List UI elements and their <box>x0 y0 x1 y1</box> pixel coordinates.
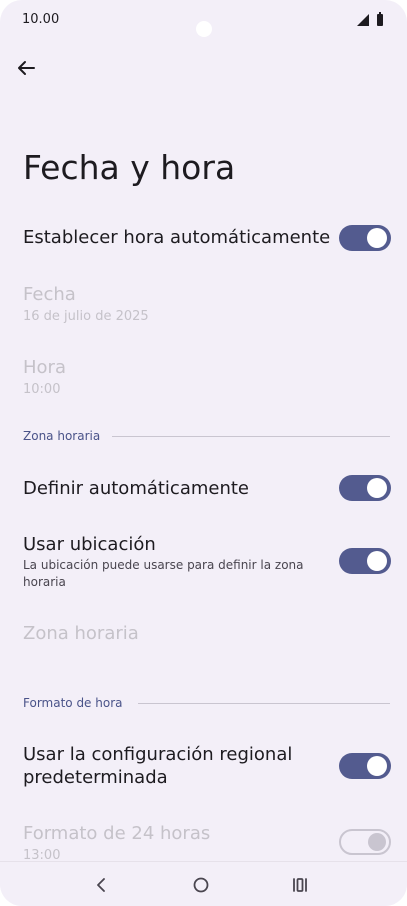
nav-home-button[interactable] <box>188 872 214 898</box>
date-value: 16 de julio de 2025 <box>23 309 149 324</box>
date-title: Fecha <box>23 284 76 305</box>
timezone-section-header: Zona horaria <box>23 429 101 443</box>
nav-home-icon <box>193 877 209 893</box>
section-divider <box>138 703 390 704</box>
nav-back-icon <box>97 878 105 892</box>
navigation-bar <box>0 861 407 906</box>
use-location-summary-2: horaria <box>23 575 66 589</box>
phone-screen: 10.00 Fecha y hora Establecer hora autom… <box>0 0 407 906</box>
auto-timezone-toggle[interactable] <box>339 475 391 501</box>
locale-default-title-2: predeterminada <box>23 767 168 788</box>
timezone-title: Zona horaria <box>23 623 139 644</box>
toggle-thumb <box>367 228 387 248</box>
use-location-toggle[interactable] <box>339 548 391 574</box>
format-24-toggle <box>339 829 391 855</box>
battery-icon <box>377 12 383 26</box>
auto-time-title: Establecer hora automáticamente <box>23 227 331 248</box>
status-bar: 10.00 <box>0 0 407 40</box>
page-title: Fecha y hora <box>23 148 236 187</box>
toggle-thumb <box>368 833 386 851</box>
toggle-thumb <box>367 756 387 776</box>
status-time: 10.00 <box>22 12 60 27</box>
use-location-title: Usar ubicación <box>23 534 156 555</box>
toggle-thumb <box>367 551 387 571</box>
format-24-title: Formato de 24 horas <box>23 823 211 844</box>
auto-timezone-title: Definir automáticamente <box>23 478 250 499</box>
time-value: 10:00 <box>23 382 61 397</box>
section-divider <box>112 436 390 437</box>
toggle-thumb <box>367 478 387 498</box>
use-location-summary-1: La ubicación puede usarse para definir l… <box>23 558 304 572</box>
nav-recents-icon <box>293 878 307 892</box>
nav-recents-button[interactable] <box>287 872 313 898</box>
format-section-header: Formato de hora <box>23 696 123 710</box>
nav-back-button[interactable] <box>88 872 114 898</box>
time-title: Hora <box>23 357 66 378</box>
back-button[interactable] <box>14 56 38 80</box>
auto-time-toggle[interactable] <box>339 225 391 251</box>
locale-default-title-1: Usar la configuración regional <box>23 744 293 765</box>
camera-cutout <box>196 21 212 37</box>
locale-default-toggle[interactable] <box>339 753 391 779</box>
back-arrow-icon <box>18 61 35 75</box>
signal-icon <box>357 14 369 26</box>
